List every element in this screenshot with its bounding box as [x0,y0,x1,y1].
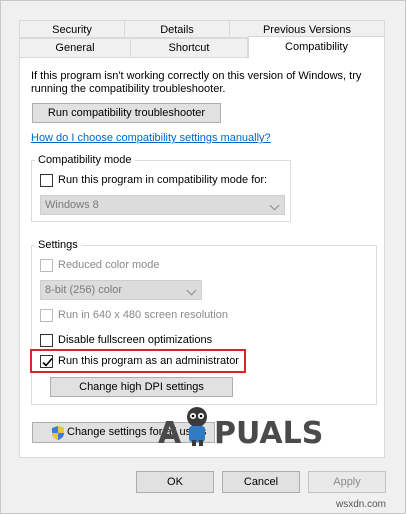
intro-text-line2: running the compatibility troubleshooter… [31,83,226,95]
color-depth-select[interactable]: 8-bit (256) color [40,280,202,300]
tab-compatibility[interactable]: Compatibility [248,36,385,58]
watermark-letter-a: A [158,416,182,451]
compat-mode-label: Run this program in compatibility mode f… [58,174,268,186]
mascot-icon [187,407,207,446]
run-as-admin-checkbox[interactable] [40,355,53,368]
compat-mode-checkbox[interactable] [40,174,53,187]
tab-general[interactable]: General [19,38,131,58]
settings-legend: Settings [35,239,81,251]
chevron-down-icon [186,285,197,296]
ok-button[interactable]: OK [136,471,214,493]
disable-fullscreen-label: Disable fullscreen optimizations [58,334,213,346]
reduced-color-checkbox[interactable] [40,259,53,272]
properties-dialog: Security Details Previous Versions Gener… [0,0,406,514]
cancel-button[interactable]: Cancel [222,471,300,493]
chevron-down-icon [269,200,280,211]
os-version-select[interactable]: Windows 8 [40,195,285,215]
apply-button[interactable]: Apply [308,471,386,493]
tab-shortcut[interactable]: Shortcut [130,38,248,58]
run-640-checkbox[interactable] [40,309,53,322]
compatibility-panel: If this program isn't working correctly … [19,57,385,458]
check-icon [42,357,53,367]
source-watermark: wsxdn.com [336,499,387,510]
color-depth-value: 8-bit (256) color [45,284,123,296]
tab-details[interactable]: Details [124,20,230,38]
intro-text-line1: If this program isn't working correctly … [31,70,362,82]
help-link[interactable]: How do I choose compatibility settings m… [31,132,271,144]
watermark-word-puals: PUALS [214,416,324,451]
shield-icon [52,426,64,440]
compatibility-mode-legend: Compatibility mode [35,154,135,166]
run-640-label: Run in 640 x 480 screen resolution [58,309,228,321]
change-dpi-button[interactable]: Change high DPI settings [50,377,233,397]
os-version-value: Windows 8 [45,199,99,211]
run-as-admin-label: Run this program as an administrator [58,355,239,367]
run-troubleshooter-button[interactable]: Run compatibility troubleshooter [32,103,221,123]
disable-fullscreen-checkbox[interactable] [40,334,53,347]
reduced-color-label: Reduced color mode [58,259,160,271]
tab-security[interactable]: Security [19,20,125,38]
